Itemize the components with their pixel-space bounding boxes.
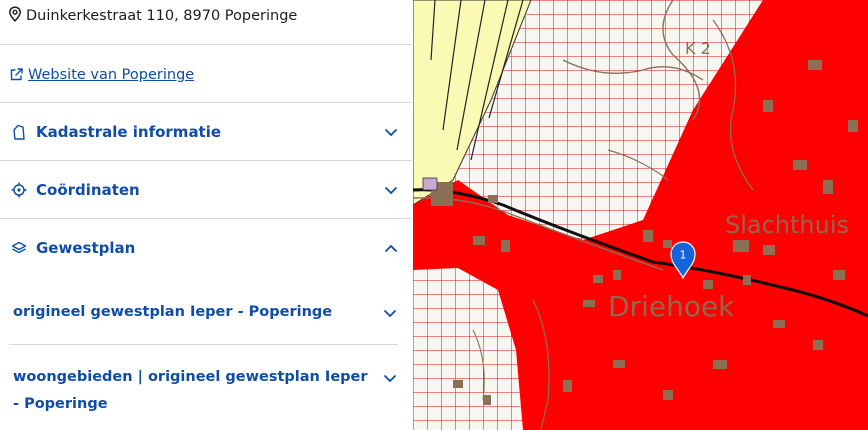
location-pin-icon: [8, 6, 22, 26]
map-label-code: K 2: [685, 39, 711, 58]
external-link-icon: [10, 66, 23, 85]
website-link-row[interactable]: Website van Poperinge: [10, 64, 194, 86]
divider: [0, 102, 412, 103]
section-gewestplan[interactable]: Gewestplan: [0, 228, 412, 268]
divider: [9, 344, 398, 345]
map-view[interactable]: Driehoek Slachthuis K 2 1: [413, 0, 868, 430]
gewestplan-item-label: woongebieden | origineel gewestplan Iepe…: [13, 369, 368, 412]
crosshair-icon: [11, 182, 27, 198]
section-label: Kadastrale informatie: [36, 123, 222, 141]
gewestplan-item[interactable]: origineel gewestplan Ieper - Poperinge: [13, 299, 398, 326]
section-label: Gewestplan: [36, 239, 136, 257]
address-text: Duinkerkestraat 110, 8970 Poperinge: [26, 8, 298, 24]
map-label-building: Slachthuis: [725, 211, 849, 239]
layers-icon: [11, 240, 27, 256]
map-canvas[interactable]: Driehoek Slachthuis K 2 1: [413, 0, 868, 430]
chevron-up-icon[interactable]: [384, 241, 398, 255]
section-coordinaten[interactable]: Coördinaten: [0, 170, 412, 210]
section-label: Coördinaten: [36, 181, 140, 199]
section-kadastrale-informatie[interactable]: Kadastrale informatie: [0, 112, 412, 152]
gewestplan-item-label: origineel gewestplan Ieper - Poperinge: [13, 304, 333, 320]
info-panel: Duinkerkestraat 110, 8970 Poperinge Webs…: [0, 0, 412, 430]
chevron-down-icon[interactable]: [384, 125, 398, 139]
website-link[interactable]: Website van Poperinge: [28, 67, 194, 83]
divider: [0, 160, 412, 161]
map-label-district: Driehoek: [608, 290, 735, 323]
divider: [0, 44, 412, 45]
divider: [0, 218, 412, 219]
chevron-down-icon[interactable]: [383, 371, 397, 385]
parcel-icon: [11, 124, 27, 140]
chevron-down-icon[interactable]: [384, 183, 398, 197]
marker-number: 1: [680, 249, 687, 262]
gewestplan-item[interactable]: woongebieden | origineel gewestplan Iepe…: [13, 364, 398, 418]
chevron-down-icon[interactable]: [383, 306, 397, 320]
address-row: Duinkerkestraat 110, 8970 Poperinge: [8, 4, 297, 28]
